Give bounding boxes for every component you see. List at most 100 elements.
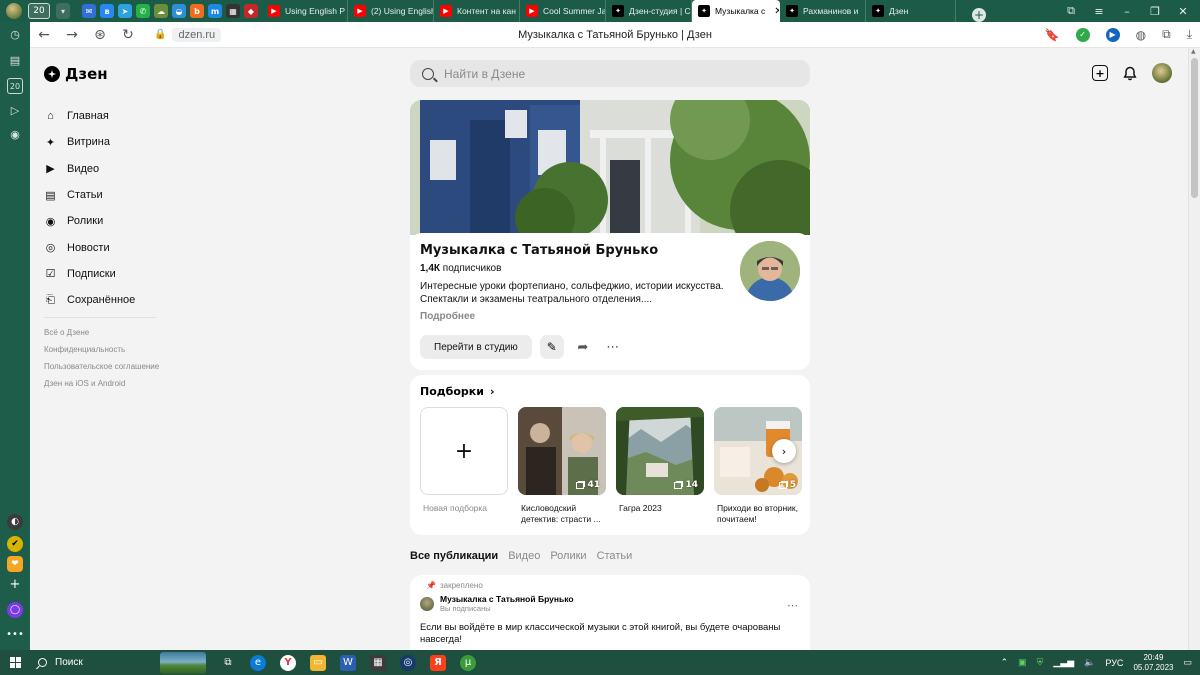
qr-icon[interactable]: ▦ [226, 4, 240, 18]
browser-tab[interactable]: ✦ Дзен-студия | С [606, 0, 692, 22]
b-app-icon[interactable]: b [190, 4, 204, 18]
yandex-app-icon[interactable]: Я [430, 654, 446, 671]
publication-tab[interactable]: Статьи [597, 550, 633, 562]
browser-tab[interactable]: ▶ Контент на кан [434, 0, 520, 22]
more-options-icon[interactable]: ⋯ [602, 335, 624, 359]
share-icon[interactable]: ➦ [572, 335, 594, 359]
history-icon[interactable]: ◷ [7, 26, 23, 42]
tab-count-badge[interactable]: 20 [28, 3, 50, 19]
menu-item[interactable]: ▶ Видео [44, 156, 135, 182]
globe-icon[interactable]: ◍ [1136, 28, 1146, 42]
search-input[interactable] [444, 66, 784, 81]
download-icon[interactable]: ⤓ [1187, 27, 1192, 42]
browser-tab[interactable]: ▶ Cool Summer Ja [520, 0, 606, 22]
collections-next-button[interactable]: › [772, 439, 796, 463]
browser-profile-avatar[interactable] [6, 3, 22, 19]
scroll-up-icon[interactable]: ▲ [1191, 48, 1196, 55]
alice-icon[interactable]: ◯ [7, 602, 23, 618]
yandex-browser-icon[interactable]: Y [280, 654, 296, 671]
mail-icon[interactable]: ✉ [82, 4, 96, 18]
play-icon[interactable]: ▷ [7, 102, 23, 118]
menu-item[interactable]: ☑ Подписки [44, 261, 135, 287]
browser-tab[interactable]: ▶ (2) Using English [348, 0, 434, 22]
collection-thumbnail[interactable]: 14 [616, 407, 704, 495]
market-icon[interactable]: ✔ [7, 536, 23, 552]
page-scrollbar[interactable]: ▲ [1188, 48, 1200, 650]
publication-tab[interactable]: Ролики [550, 550, 586, 562]
task-view-icon[interactable]: ⧉ [220, 655, 236, 671]
bookmark-icon[interactable]: 🔖 [1045, 28, 1060, 42]
pencil-icon[interactable]: ✎ [539, 335, 564, 359]
grocery-icon[interactable]: ❤ [7, 556, 23, 572]
alice-chat-icon[interactable]: ◐ [7, 514, 23, 530]
post-more-icon[interactable]: ⋯ [787, 599, 798, 612]
torrent-icon[interactable]: μ [460, 654, 476, 671]
m-app-icon[interactable]: m [208, 4, 222, 18]
kaspersky-icon[interactable]: ▣ [1018, 657, 1027, 668]
url-field[interactable]: 🔒 dzen.ru [154, 27, 222, 42]
telegram-icon[interactable]: ➤ [118, 4, 132, 18]
collection-item[interactable]: 14 Гагра 2023 [616, 407, 704, 525]
channel-more-link[interactable]: Подробнее [420, 311, 800, 322]
menu-item[interactable]: ◎ Новости [44, 234, 135, 260]
footer-link[interactable]: Всё о Дзене [44, 328, 164, 338]
post-text[interactable]: Если вы войдёте в мир классической музык… [420, 622, 800, 646]
menu-item[interactable]: ⎗ Сохранённое [44, 287, 135, 313]
eye-icon[interactable]: ◉ [7, 126, 23, 142]
notifications-icon[interactable]: ▭ [1183, 657, 1192, 668]
red-app-icon[interactable]: ◆ [244, 4, 258, 18]
weather-icon[interactable]: ☁ [154, 4, 168, 18]
shield-tray-icon[interactable]: ⛨ [1037, 657, 1044, 668]
network-icon[interactable]: ▁▃▅ [1053, 657, 1074, 668]
post-author[interactable]: Музыкалка с Татьяной Брунько Вы подписан… [420, 594, 800, 613]
collections-icon[interactable]: ⧉ [1064, 4, 1078, 18]
word-icon[interactable]: W [340, 654, 356, 671]
shield-extension-icon[interactable]: ✓ [1075, 27, 1090, 42]
minimize-icon[interactable]: – [1120, 5, 1134, 18]
footer-link[interactable]: Пользовательское соглашение [44, 362, 164, 372]
footer-link[interactable]: Дзен на iOS и Android [44, 379, 164, 389]
more-icon[interactable]: ••• [6, 626, 24, 642]
create-plus-icon[interactable]: + [1092, 65, 1108, 81]
back-arrow-icon[interactable]: ← [30, 27, 58, 43]
menu-item[interactable]: ✦ Витрина [44, 129, 135, 155]
reload-icon[interactable]: ↻ [114, 27, 142, 43]
tray-chevron-icon[interactable]: ⌃ [1001, 657, 1009, 668]
chevron-down-icon[interactable]: ▾ [56, 3, 70, 19]
store-icon[interactable]: ▦ [370, 654, 386, 671]
taskbar-clock[interactable]: 20:49 05.07.2023 [1133, 653, 1173, 673]
collections-heading[interactable]: Подборки › [420, 385, 494, 398]
menu-item[interactable]: ◉ Ролики [44, 208, 135, 234]
collection-item[interactable]: 5 Приходи во вторник, почитаем! [714, 407, 802, 525]
browser-tab[interactable]: ▶ Using English P [262, 0, 348, 22]
browser-tab[interactable]: ✦Музыкалка с✕ [692, 0, 780, 22]
protect-icon[interactable]: ⊛ [86, 27, 114, 43]
input-language[interactable]: РУС [1105, 658, 1123, 668]
add-icon[interactable]: + [7, 576, 23, 592]
whatsapp-icon[interactable]: ✆ [136, 4, 150, 18]
search-highlight-image[interactable] [160, 651, 206, 674]
user-avatar[interactable] [1152, 63, 1172, 83]
browser-tab[interactable]: ✦ Дзен [866, 0, 956, 22]
publication-tab[interactable]: Все публикации [410, 550, 498, 562]
menu-item[interactable]: ▤ Статьи [44, 182, 135, 208]
browser-tab[interactable]: ✦ Рахманинов и [780, 0, 866, 22]
cloud-icon[interactable]: ◒ [172, 4, 186, 18]
post-author-avatar[interactable] [420, 596, 434, 611]
taskbar-search[interactable]: Поиск [30, 657, 150, 668]
tabs-counter-icon[interactable]: 20 [7, 78, 23, 94]
pinned-post[interactable]: 📌 закреплено Музыкалка с Татьяной Бруньк… [410, 575, 810, 650]
publication-tab[interactable]: Видео [508, 550, 540, 562]
steam-icon[interactable]: ◎ [400, 654, 416, 671]
scrollbar-thumb[interactable] [1191, 58, 1198, 198]
vk-icon[interactable]: в [100, 4, 114, 18]
menu-icon[interactable]: ≡ [1092, 5, 1106, 18]
new-tab-plus-icon[interactable]: + [972, 8, 986, 22]
search-bar[interactable] [410, 60, 810, 87]
extensions-icon[interactable]: ⧉ [1162, 27, 1171, 42]
post-author-name[interactable]: Музыкалка с Татьяной Брунько [440, 594, 574, 604]
new-collection[interactable]: + Новая подборка [420, 407, 508, 525]
collections-side-icon[interactable]: ▤ [7, 52, 23, 68]
go-to-studio-button[interactable]: Перейти в студию [420, 335, 532, 359]
bell-icon[interactable] [1122, 65, 1138, 81]
